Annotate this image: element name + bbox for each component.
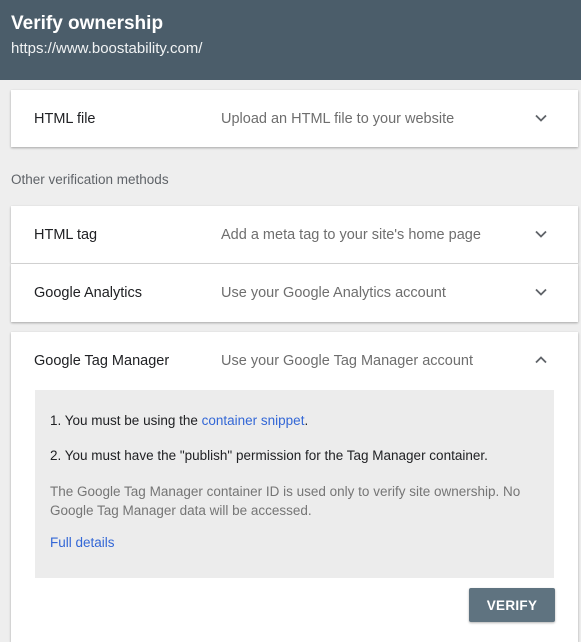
method-name: Google Tag Manager — [34, 353, 170, 369]
method-description: Upload an HTML file to your website — [221, 111, 455, 127]
html-file-method[interactable]: HTML file Upload an HTML file to your we… — [11, 90, 578, 147]
google-tag-manager-method: Google Tag Manager Use your Google Tag M… — [11, 332, 578, 642]
method-name: HTML tag — [34, 227, 98, 243]
container-snippet-link[interactable]: container snippet — [202, 413, 305, 428]
page-title: Verify ownership — [11, 13, 164, 34]
tag-manager-instructions: 1. You must be using the container snipp… — [35, 390, 554, 578]
method-description: Add a meta tag to your site's home page — [221, 227, 481, 243]
step-1: 1. You must be using the container snipp… — [50, 412, 539, 430]
verify-button[interactable]: VERIFY — [469, 588, 555, 622]
html-tag-method[interactable]: HTML tag Add a meta tag to your site's h… — [11, 206, 578, 263]
privacy-note: The Google Tag Manager container ID is u… — [50, 484, 521, 518]
method-name: HTML file — [34, 111, 96, 127]
chevron-down-icon[interactable] — [533, 110, 549, 126]
method-header[interactable]: Google Tag Manager Use your Google Tag M… — [11, 332, 578, 390]
step-2: 2. You must have the "publish" permissio… — [50, 448, 488, 463]
method-description: Use your Google Analytics account — [221, 285, 446, 301]
step-1-suffix: . — [304, 413, 309, 428]
property-url: https://www.boostability.com/ — [11, 40, 203, 57]
full-details-link[interactable]: Full details — [50, 535, 115, 550]
step-1-text: 1. You must be using the — [50, 413, 202, 428]
method-description: Use your Google Tag Manager account — [221, 353, 474, 369]
chevron-down-icon[interactable] — [533, 284, 549, 300]
chevron-up-icon[interactable] — [533, 352, 549, 368]
chevron-down-icon[interactable] — [533, 226, 549, 242]
page-header: Verify ownership https://www.boostabilit… — [0, 0, 581, 80]
other-methods-label: Other verification methods — [11, 172, 169, 187]
google-analytics-method[interactable]: Google Analytics Use your Google Analyti… — [11, 264, 578, 322]
method-name: Google Analytics — [34, 285, 143, 301]
